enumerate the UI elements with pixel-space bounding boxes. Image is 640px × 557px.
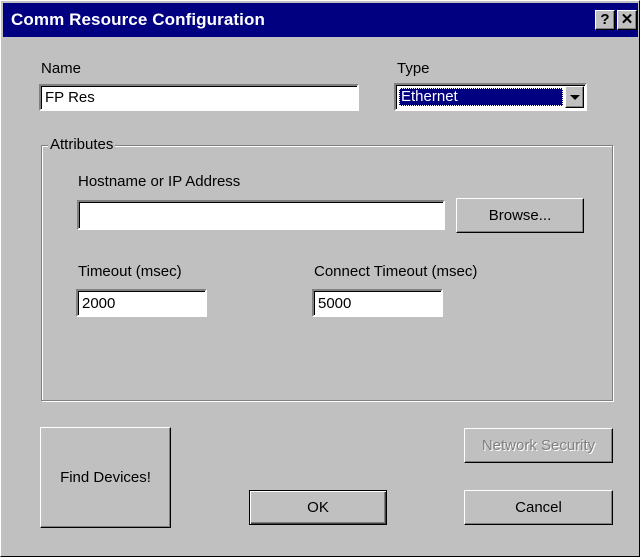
hostname-label: Hostname or IP Address — [78, 173, 241, 190]
type-selected-value: Ethernet — [399, 88, 563, 106]
help-button[interactable]: ? — [595, 10, 615, 30]
dialog-window: Comm Resource Configuration ? ✕ Name Typ… — [0, 0, 640, 557]
close-button[interactable]: ✕ — [617, 10, 637, 30]
timeout-label: Timeout (msec) — [78, 263, 182, 280]
window-title: Comm Resource Configuration — [11, 10, 265, 29]
network-security-button[interactable]: Network Security — [464, 428, 613, 463]
close-icon: ✕ — [620, 11, 634, 28]
help-icon: ? — [600, 11, 610, 28]
type-label: Type — [397, 60, 430, 77]
find-devices-button[interactable]: Find Devices! — [40, 427, 171, 528]
name-field[interactable] — [39, 84, 359, 111]
browse-button[interactable]: Browse... — [456, 198, 584, 233]
timeout-field[interactable] — [76, 289, 207, 317]
hostname-field[interactable] — [77, 200, 445, 230]
chevron-down-icon[interactable] — [565, 86, 584, 108]
connect-timeout-label: Connect Timeout (msec) — [314, 263, 478, 280]
type-select[interactable]: Ethernet — [394, 83, 587, 111]
title-bar[interactable]: Comm Resource Configuration ? ✕ — [3, 3, 638, 37]
connect-timeout-field[interactable] — [312, 289, 443, 317]
attributes-legend: Attributes — [48, 136, 116, 153]
name-label: Name — [41, 60, 82, 77]
cancel-button[interactable]: Cancel — [464, 490, 613, 525]
ok-button[interactable]: OK — [249, 490, 387, 525]
